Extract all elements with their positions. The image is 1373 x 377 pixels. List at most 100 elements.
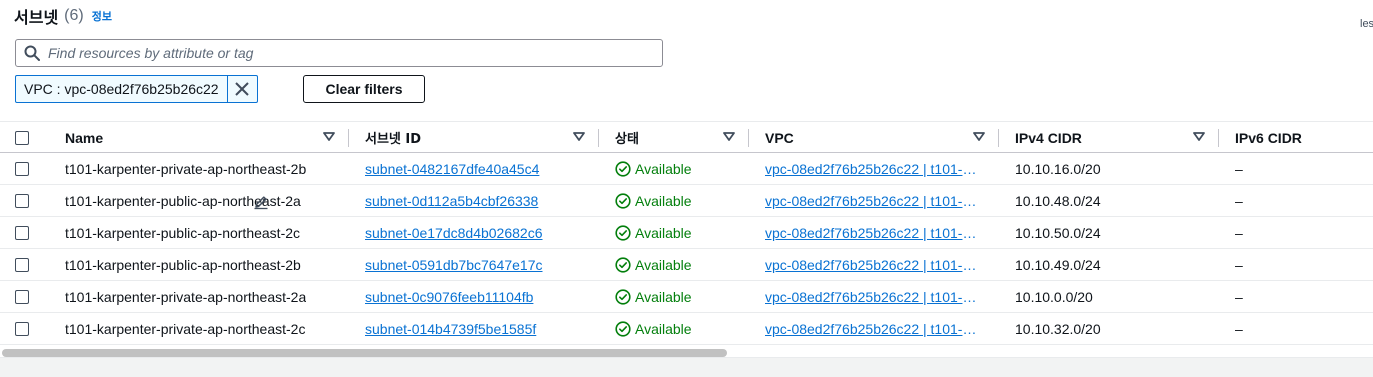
column-header-label: VPC	[765, 129, 794, 146]
info-link[interactable]: 정보	[92, 8, 112, 24]
vpc-link[interactable]: vpc-08ed2f76b25b26c22 | t101-karpenter	[765, 257, 983, 273]
subnet-id-link[interactable]: subnet-0e17dc8d4b02682c6	[365, 225, 543, 241]
row-checkbox[interactable]	[15, 257, 29, 272]
ipv4-cidr: 10.10.49.0/24	[1015, 256, 1101, 273]
row-checkbox[interactable]	[15, 321, 29, 336]
column-header-state[interactable]: 상태	[615, 122, 735, 153]
resource-count: (6)	[64, 7, 84, 24]
vpc-cell: vpc-08ed2f76b25b26c22 | t101-karpenter	[765, 313, 983, 344]
sort-caret-down-icon[interactable]	[1193, 132, 1205, 142]
row-checkbox[interactable]	[15, 289, 29, 304]
vpc-cell: vpc-08ed2f76b25b26c22 | t101-karpenter	[765, 281, 983, 312]
subnet-id-cell: subnet-0e17dc8d4b02682c6	[365, 217, 585, 248]
sort-caret-down-icon[interactable]	[323, 132, 335, 142]
column-header-ipv6-cidr[interactable]: IPv6 CIDR	[1235, 122, 1365, 153]
vpc-cell: vpc-08ed2f76b25b26c22 | t101-karpenter	[765, 153, 983, 184]
subnet-name: t101-karpenter-public-ap-northeast-2c	[65, 217, 335, 248]
clear-filters-button[interactable]: Clear filters	[303, 75, 425, 103]
row-checkbox[interactable]	[15, 161, 29, 176]
horizontal-scrollbar[interactable]	[0, 349, 1373, 357]
column-header-label: IPv6 CIDR	[1235, 129, 1302, 146]
column-divider[interactable]	[598, 129, 599, 147]
row-select-cell	[15, 217, 35, 248]
column-header-subnet-id[interactable]: 서브넷 ID	[365, 122, 585, 153]
status-indicator: Available	[615, 289, 692, 305]
table-row[interactable]: t101-karpenter-private-ap-northeast-2a s…	[0, 281, 1373, 313]
subnet-id-link[interactable]: subnet-0d112a5b4cbf26338	[365, 193, 538, 209]
subnets-table: Name 서브넷 ID 상태 VPC IPv4 CIDR IPv6 CIDR t…	[0, 121, 1373, 345]
row-select-cell	[15, 313, 35, 344]
row-checkbox[interactable]	[15, 225, 29, 240]
sort-caret-down-icon[interactable]	[723, 132, 735, 142]
sort-caret-down-icon[interactable]	[973, 132, 985, 142]
filter-token: VPC : vpc-08ed2f76b25b26c22	[15, 75, 258, 103]
vpc-link[interactable]: vpc-08ed2f76b25b26c22 | t101-karpenter	[765, 193, 983, 209]
ipv6-cidr: –	[1235, 288, 1243, 305]
vpc-cell: vpc-08ed2f76b25b26c22 | t101-karpenter	[765, 185, 983, 216]
column-divider[interactable]	[748, 129, 749, 147]
table-row[interactable]: t101-karpenter-private-ap-northeast-2b s…	[0, 153, 1373, 185]
subnet-id-link[interactable]: subnet-014b4739f5be1585f	[365, 321, 536, 337]
column-header-vpc[interactable]: VPC	[765, 122, 983, 153]
check-circle-icon	[615, 320, 631, 337]
table-row[interactable]: t101-karpenter-public-ap-northeast-2b su…	[0, 249, 1373, 281]
pencil-icon[interactable]	[253, 194, 269, 210]
subnet-name: t101-karpenter-private-ap-northeast-2c	[65, 313, 335, 344]
filter-token-label: VPC : vpc-08ed2f76b25b26c22	[24, 81, 219, 97]
subnet-id-link[interactable]: subnet-0482167dfe40a45c4	[365, 161, 539, 177]
row-checkbox[interactable]	[15, 193, 29, 208]
status-text: Available	[635, 224, 692, 241]
sort-caret-down-icon[interactable]	[573, 132, 585, 142]
subnet-id-link[interactable]: subnet-0c9076feeb11104fb	[365, 289, 533, 305]
column-divider[interactable]	[348, 129, 349, 147]
status-cell: Available	[615, 153, 735, 184]
column-header-label: Name	[65, 129, 104, 146]
table-row[interactable]: t101-karpenter-public-ap-northeast-2a su…	[0, 185, 1373, 217]
column-header-label: IPv4 CIDR	[1015, 129, 1082, 146]
row-select-cell	[15, 281, 35, 312]
status-indicator: Available	[615, 225, 692, 241]
status-indicator: Available	[615, 161, 692, 177]
column-header-name[interactable]: Name	[65, 122, 335, 153]
ipv6-cidr: –	[1235, 224, 1243, 241]
check-circle-icon	[615, 288, 631, 305]
ipv4-cidr: 10.10.48.0/24	[1015, 192, 1101, 209]
table-row[interactable]: t101-karpenter-private-ap-northeast-2c s…	[0, 313, 1373, 345]
status-indicator: Available	[615, 257, 692, 273]
subnet-id-cell: subnet-0c9076feeb11104fb	[365, 281, 585, 312]
subnet-name-text: t101-karpenter-public-ap-northeast-2c	[65, 224, 301, 241]
column-divider[interactable]	[1218, 129, 1219, 147]
check-circle-icon	[615, 192, 631, 209]
status-text: Available	[635, 288, 692, 305]
column-header-ipv4-cidr[interactable]: IPv4 CIDR	[1015, 122, 1205, 153]
status-text: Available	[635, 192, 692, 209]
status-cell: Available	[615, 185, 735, 216]
vpc-link[interactable]: vpc-08ed2f76b25b26c22 | t101-karpenter	[765, 289, 983, 305]
scrollbar-thumb[interactable]	[2, 349, 727, 357]
vpc-link[interactable]: vpc-08ed2f76b25b26c22 | t101-karpenter	[765, 225, 983, 241]
truncated-header-text: les	[1360, 18, 1373, 30]
ipv6-cidr: –	[1235, 160, 1243, 177]
status-indicator: Available	[615, 321, 692, 337]
check-circle-icon	[615, 160, 631, 177]
status-cell: Available	[615, 217, 735, 248]
subnet-id-link[interactable]: subnet-0591db7bc7647e17c	[365, 257, 543, 273]
table-row[interactable]: t101-karpenter-public-ap-northeast-2c su…	[0, 217, 1373, 249]
select-all-checkbox[interactable]	[15, 130, 29, 145]
subnet-name-text: t101-karpenter-private-ap-northeast-2c	[65, 320, 306, 337]
remove-filter-button[interactable]	[226, 76, 257, 102]
search-box[interactable]	[15, 39, 663, 67]
column-divider[interactable]	[998, 129, 999, 147]
status-cell: Available	[615, 281, 735, 312]
row-select-cell	[15, 185, 35, 216]
subnet-name: t101-karpenter-public-ap-northeast-2b	[65, 249, 335, 280]
column-header-label: 상태	[615, 132, 639, 147]
subnet-name-text: t101-karpenter-public-ap-northeast-2b	[65, 256, 301, 273]
table-header-row: Name 서브넷 ID 상태 VPC IPv4 CIDR IPv6 CIDR	[0, 121, 1373, 153]
search-input[interactable]	[48, 45, 638, 61]
select-all-cell	[15, 122, 35, 153]
vpc-link[interactable]: vpc-08ed2f76b25b26c22 | t101-karpenter	[765, 321, 983, 337]
vpc-link[interactable]: vpc-08ed2f76b25b26c22 | t101-karpenter	[765, 161, 983, 177]
ipv4-cidr: 10.10.0.0/20	[1015, 288, 1093, 305]
ipv4-cidr: 10.10.50.0/24	[1015, 224, 1101, 241]
